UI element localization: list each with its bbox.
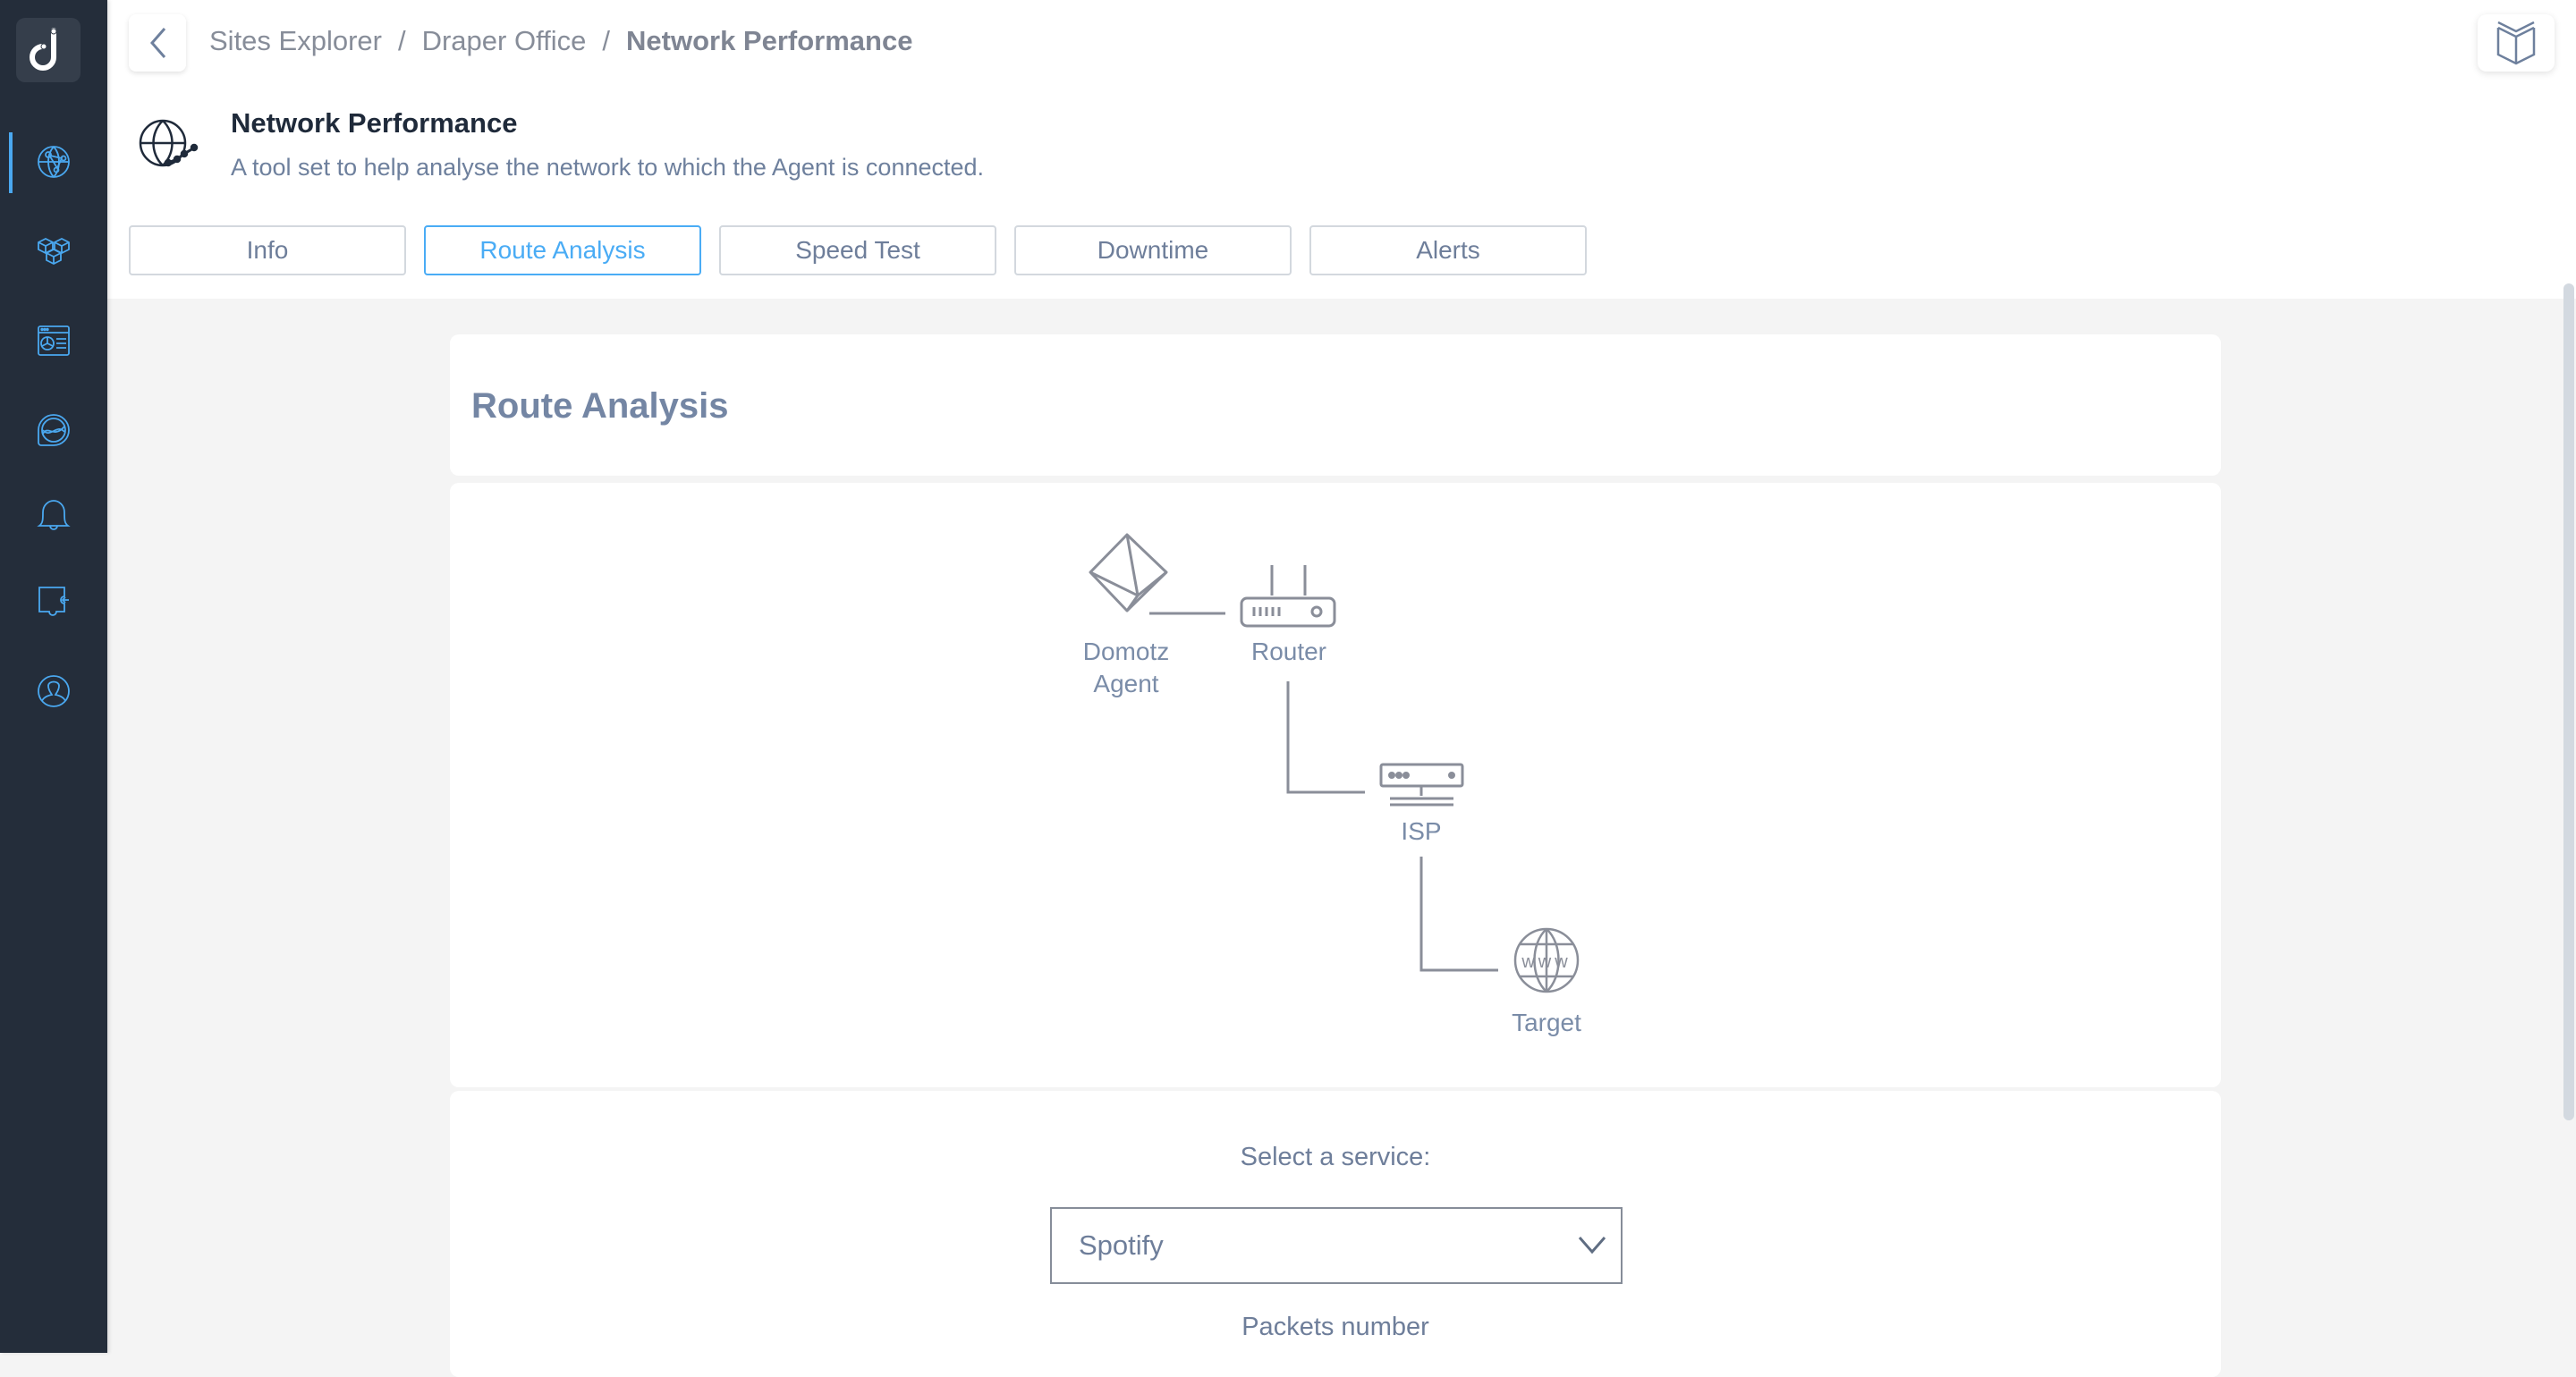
breadcrumb-separator: / xyxy=(397,25,406,56)
node-label-agent-line2: Agent xyxy=(1093,670,1158,697)
tab-speed-test[interactable]: Speed Test xyxy=(719,225,996,275)
breadcrumb-separator: / xyxy=(602,25,610,56)
service-select-value: Spotify xyxy=(1079,1229,1164,1261)
node-label-target: Target xyxy=(1512,1009,1581,1036)
node-label-isp: ISP xyxy=(1401,817,1441,845)
domotz-logo[interactable] xyxy=(16,18,80,82)
breadcrumb-current: Network Performance xyxy=(626,25,913,56)
domotz-agent-icon xyxy=(1089,533,1168,612)
link-isp-target xyxy=(1419,857,1498,972)
route-diagram: www Domotz Agent Router ISP Target xyxy=(1083,533,1581,1036)
page-subtitle: A tool set to help analyse the network t… xyxy=(231,154,985,181)
sidebar-item-sites-explorer[interactable] xyxy=(0,131,107,193)
page-title: Network Performance xyxy=(231,107,518,139)
chevron-left-icon xyxy=(150,28,166,58)
documentation-button[interactable] xyxy=(2478,14,2555,72)
service-form-card: Select a service: Spotify Packets number xyxy=(450,1091,2221,1377)
bell-icon xyxy=(37,500,71,530)
tab-info[interactable]: Info xyxy=(129,225,406,275)
tab-downtime[interactable]: Downtime xyxy=(1014,225,1292,275)
tab-alerts[interactable]: Alerts xyxy=(1309,225,1587,275)
sidebar-item-alerts[interactable] xyxy=(0,483,107,545)
service-select[interactable]: Spotify xyxy=(1050,1207,1623,1284)
satellite-dish-icon xyxy=(38,414,70,446)
dashboard-window-icon xyxy=(38,325,70,356)
isp-server-icon xyxy=(1379,763,1464,807)
network-performance-icon xyxy=(139,119,199,167)
chevron-down-icon xyxy=(1578,1237,1606,1255)
page-header: Sites Explorer / Draper Office / Network… xyxy=(107,0,2576,299)
globe-network-icon xyxy=(38,146,70,178)
node-label-agent-line1: Domotz xyxy=(1083,638,1169,665)
breadcrumb-draper-office[interactable]: Draper Office xyxy=(422,25,587,57)
route-analysis-header-card: Route Analysis xyxy=(450,334,2221,476)
user-circle-icon xyxy=(38,675,70,707)
sidebar-item-integrations[interactable] xyxy=(0,570,107,633)
svg-text:www: www xyxy=(1521,952,1571,972)
cubes-icon xyxy=(38,237,70,266)
www-globe-icon: www xyxy=(1513,927,1580,993)
domotz-logo-icon xyxy=(30,28,57,71)
link-router-isp xyxy=(1286,681,1365,794)
tab-route-analysis[interactable]: Route Analysis xyxy=(424,225,701,275)
router-icon xyxy=(1240,565,1336,628)
tab-bar: Info Route Analysis Speed Test Downtime … xyxy=(129,225,1587,275)
service-label: Select a service: xyxy=(1240,1143,1431,1171)
breadcrumb-sites-explorer[interactable]: Sites Explorer xyxy=(209,25,382,57)
node-label-router: Router xyxy=(1251,638,1326,665)
route-analysis-title: Route Analysis xyxy=(471,386,729,426)
packets-number-label: Packets number xyxy=(1241,1313,1429,1341)
back-button[interactable] xyxy=(129,14,186,72)
sidebar xyxy=(0,0,107,1353)
vertical-scrollbar[interactable] xyxy=(2563,283,2574,1120)
sidebar-item-account[interactable] xyxy=(0,660,107,722)
sidebar-item-dashboard[interactable] xyxy=(0,309,107,372)
puzzle-plugin-icon xyxy=(38,587,69,616)
open-book-icon xyxy=(2496,21,2536,65)
sidebar-item-devices[interactable] xyxy=(0,220,107,283)
route-diagram-card: www Domotz Agent Router ISP Target xyxy=(450,483,2221,1087)
sidebar-item-monitoring[interactable] xyxy=(0,399,107,461)
breadcrumb: Sites Explorer / Draper Office / Network… xyxy=(209,25,912,57)
